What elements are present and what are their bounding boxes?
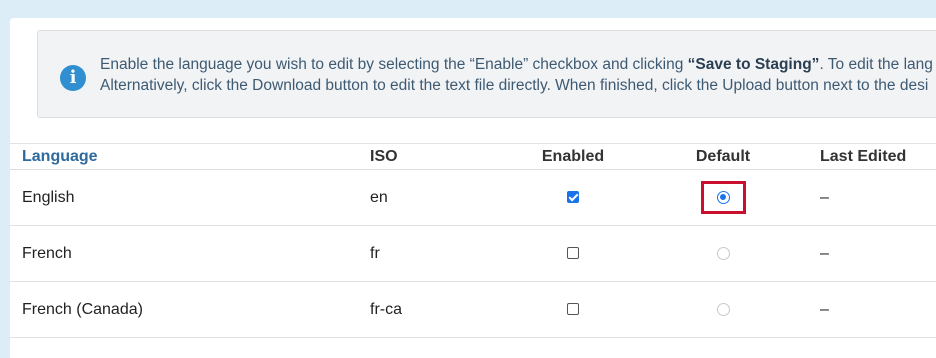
info-line2: Alternatively, click the Download button… — [100, 77, 929, 94]
last-edited-value: – — [820, 244, 829, 262]
languages-table: Language ISO Enabled Default Last Edited… — [10, 143, 936, 338]
last-edited-value: – — [820, 188, 829, 206]
content-panel: i Enable the language you wish to edit b… — [10, 18, 936, 358]
table-header-row: Language ISO Enabled Default Last Edited — [10, 143, 936, 170]
table-row: French (Canada) fr-ca – — [10, 282, 936, 338]
language-name: French — [22, 244, 72, 262]
highlight-box — [700, 181, 746, 214]
iso-code: en — [370, 188, 388, 206]
enabled-checkbox[interactable] — [567, 247, 579, 260]
default-radio[interactable] — [716, 302, 730, 316]
default-radio[interactable] — [716, 191, 730, 204]
column-header-iso: ISO — [370, 147, 398, 165]
info-text: Enable the language you wish to edit by … — [100, 54, 936, 96]
enabled-checkbox[interactable] — [567, 191, 579, 204]
column-header-language[interactable]: Language — [10, 144, 370, 170]
iso-code: fr — [370, 244, 380, 262]
column-header-default: Default — [695, 147, 751, 165]
column-header-last-edited: Last Edited — [820, 147, 907, 165]
column-header-enabled: Enabled — [541, 147, 605, 165]
language-name: French (Canada) — [22, 300, 143, 318]
info-banner: i Enable the language you wish to edit b… — [37, 30, 936, 118]
info-line1-bold: “Save to Staging” — [687, 56, 820, 73]
info-line1-pre: Enable the language you wish to edit by … — [100, 56, 688, 73]
iso-code: fr-ca — [370, 300, 402, 318]
info-line1-post: . To edit the lang — [819, 56, 933, 73]
info-circle-icon: i — [60, 65, 86, 91]
table-row: English en – — [10, 170, 936, 226]
language-name: English — [22, 188, 75, 206]
default-radio[interactable] — [716, 246, 730, 260]
enabled-checkbox[interactable] — [567, 303, 579, 316]
table-row: French fr – — [10, 226, 936, 282]
last-edited-value: – — [820, 300, 829, 318]
